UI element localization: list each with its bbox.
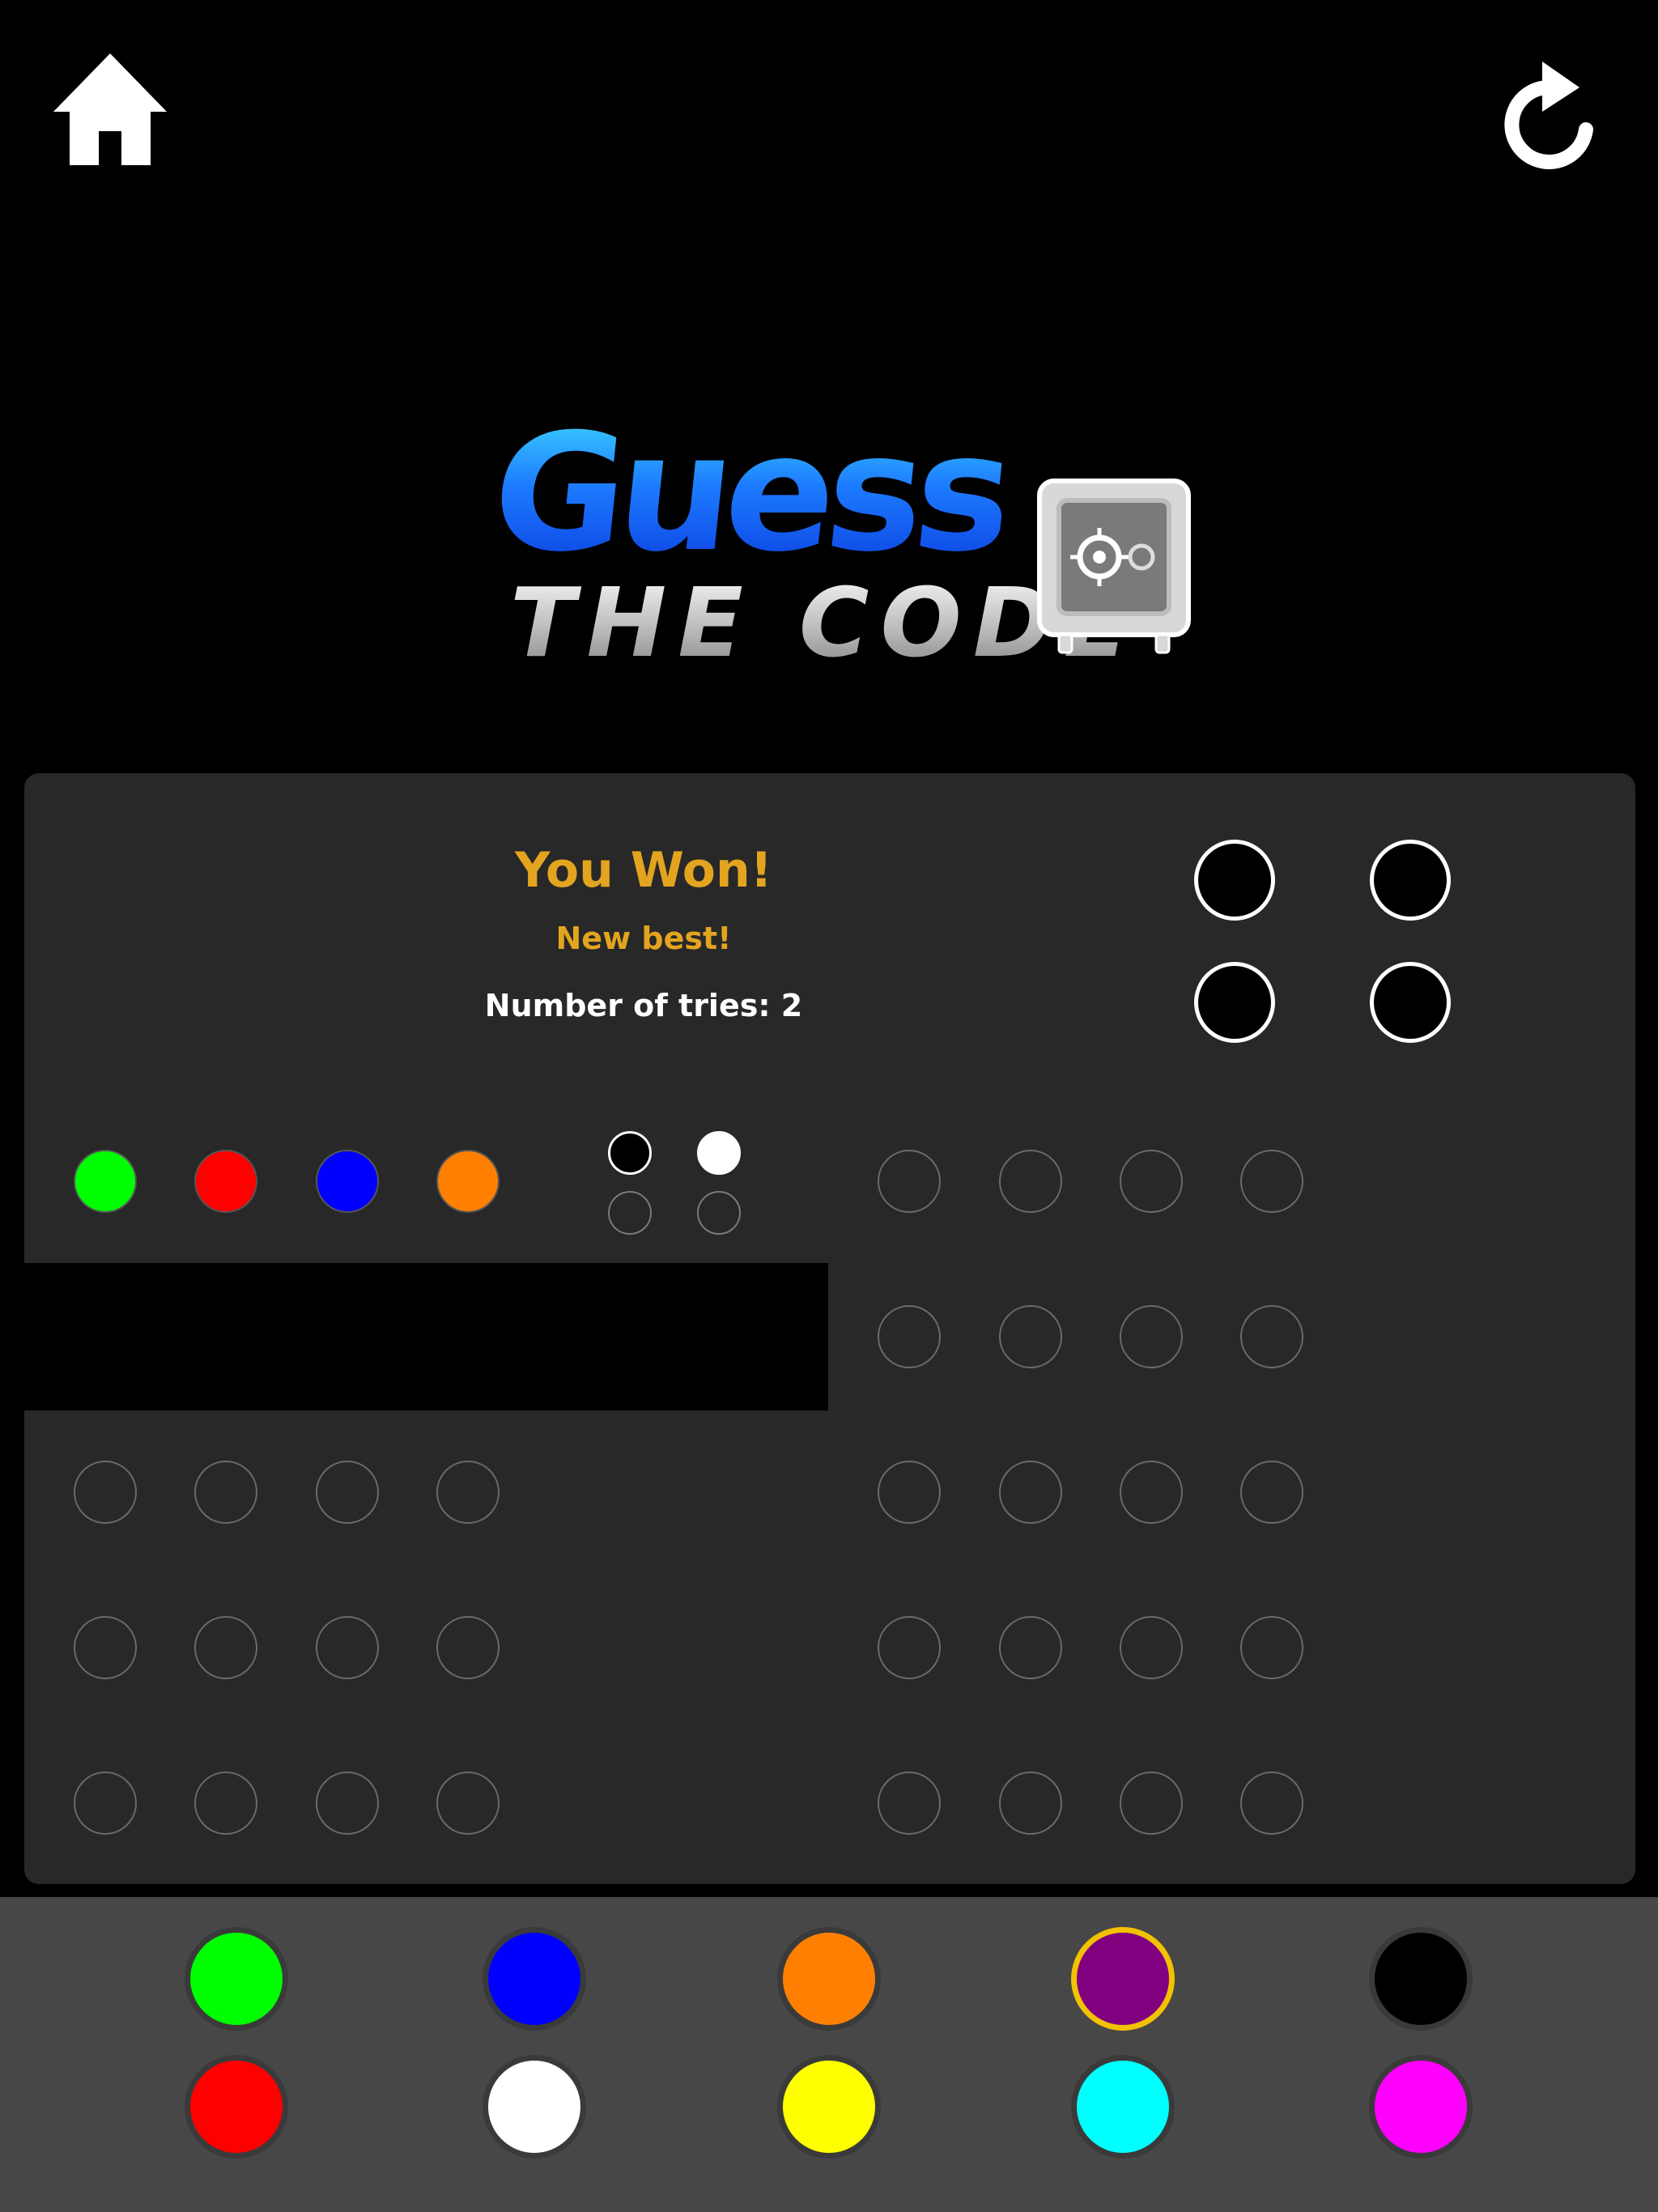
empty-peg-slot [194,1772,257,1835]
empty-peg-slot [999,1616,1062,1679]
empty-peg-slot [436,1461,500,1524]
empty-peg-slot [436,1616,500,1679]
empty-peg-slot [74,1772,137,1835]
empty-peg-slot [1240,1305,1303,1368]
hidden-row-mask [24,1263,828,1410]
home-icon [53,53,167,165]
home-button[interactable] [53,50,167,172]
restart-icon [1504,62,1593,169]
restart-button[interactable] [1502,57,1599,170]
empty-peg-slot [878,1305,941,1368]
empty-peg-slot [999,1305,1062,1368]
red-color-swatch[interactable] [185,2055,288,2159]
color-palette [0,1897,1658,2212]
purple-color-swatch[interactable] [1071,1927,1175,2031]
empty-peg-slot [878,1461,941,1524]
empty-peg-slot [194,1461,257,1524]
feedback-empty-peg [697,1191,741,1235]
guess-peg [436,1150,500,1213]
empty-peg-slot [1240,1461,1303,1524]
guess-peg [194,1150,257,1213]
guess-peg [316,1150,379,1213]
empty-peg-slot [1240,1150,1303,1213]
secret-peg [1194,840,1275,921]
cyan-color-swatch[interactable] [1071,2055,1175,2159]
win-title: You Won! [514,842,773,899]
empty-peg-slot [1120,1772,1183,1835]
empty-peg-slot [999,1461,1062,1524]
feedback-white-peg [697,1131,741,1175]
new-best-label: New best! [555,921,732,956]
empty-peg-slot [999,1150,1062,1213]
empty-peg-slot [999,1772,1062,1835]
game-logo: Guess THE CODE [483,399,1198,680]
yellow-color-swatch[interactable] [777,2055,881,2159]
tries-count: Number of tries: 2 [484,988,803,1023]
empty-peg-slot [878,1772,941,1835]
empty-peg-slot [316,1772,379,1835]
empty-peg-slot [316,1616,379,1679]
magenta-color-swatch[interactable] [1369,2055,1473,2159]
empty-peg-slot [436,1772,500,1835]
feedback-empty-peg [608,1191,652,1235]
secret-peg [1194,962,1275,1043]
empty-peg-slot [316,1461,379,1524]
empty-peg-slot [878,1616,941,1679]
empty-peg-slot [1120,1305,1183,1368]
secret-peg [1370,840,1451,921]
secret-peg [1370,962,1451,1043]
empty-peg-slot [1240,1772,1303,1835]
empty-peg-slot [1120,1461,1183,1524]
feedback-black-peg [608,1131,652,1175]
empty-peg-slot [74,1616,137,1679]
empty-peg-slot [74,1461,137,1524]
empty-peg-slot [1120,1150,1183,1213]
empty-peg-slot [878,1150,941,1213]
guess-peg [74,1150,137,1213]
white-color-swatch[interactable] [483,2055,586,2159]
blue-color-swatch[interactable] [483,1927,586,2031]
safe-icon [1037,479,1191,654]
empty-peg-slot [1120,1616,1183,1679]
logo-title: Guess [483,399,1014,588]
orange-color-swatch[interactable] [777,1927,881,2031]
green-color-swatch[interactable] [185,1927,288,2031]
empty-peg-slot [194,1616,257,1679]
black-color-swatch[interactable] [1369,1927,1473,2031]
empty-peg-slot [1240,1616,1303,1679]
